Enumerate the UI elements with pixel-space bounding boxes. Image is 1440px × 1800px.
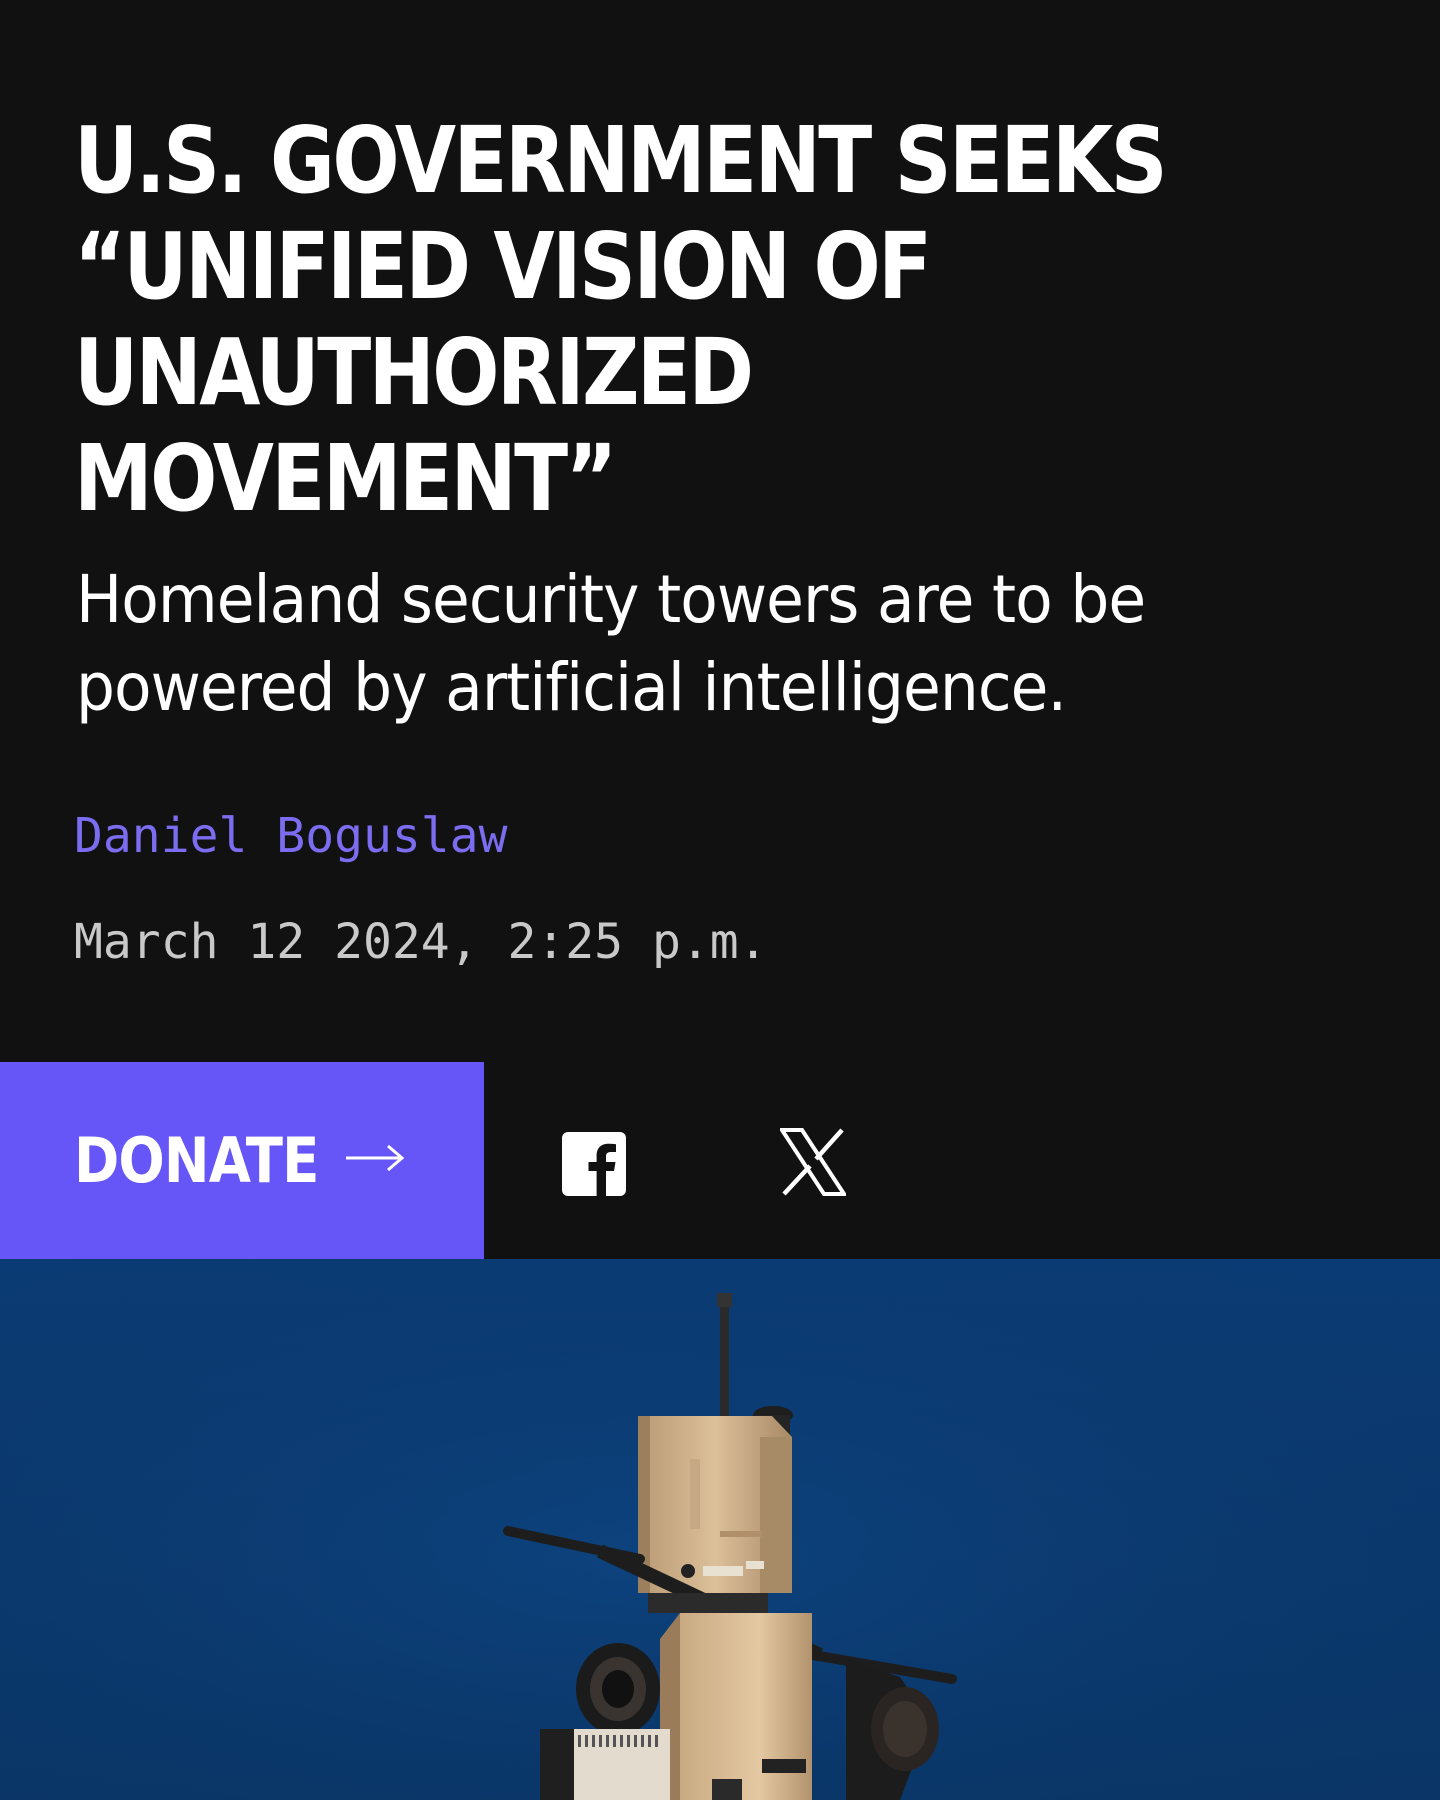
- action-bar: DONATE: [0, 1062, 1440, 1259]
- headline: U.S. GOVERNMENT SEEKS “UNIFIED VISION OF…: [74, 107, 1168, 532]
- surveillance-tower-photo: [0, 1259, 1440, 1800]
- donate-button[interactable]: DONATE: [0, 1062, 484, 1259]
- subtitle: Homeland security towers are to be power…: [76, 561, 1146, 726]
- facebook-icon[interactable]: [562, 1132, 626, 1196]
- article-page: U.S. GOVERNMENT SEEKS “UNIFIED VISION OF…: [0, 0, 1440, 1800]
- x-icon[interactable]: [780, 1128, 846, 1196]
- donate-label: DONATE: [74, 1124, 319, 1197]
- article-header: U.S. GOVERNMENT SEEKS “UNIFIED VISION OF…: [0, 0, 1440, 1062]
- arrow-right-icon: [346, 1144, 405, 1172]
- author-link[interactable]: Daniel Boguslaw: [74, 806, 507, 866]
- hero-image-surveillance-tower: [0, 1259, 1440, 1800]
- publish-timestamp: March 12 2024, 2:25 p.m.: [74, 914, 768, 970]
